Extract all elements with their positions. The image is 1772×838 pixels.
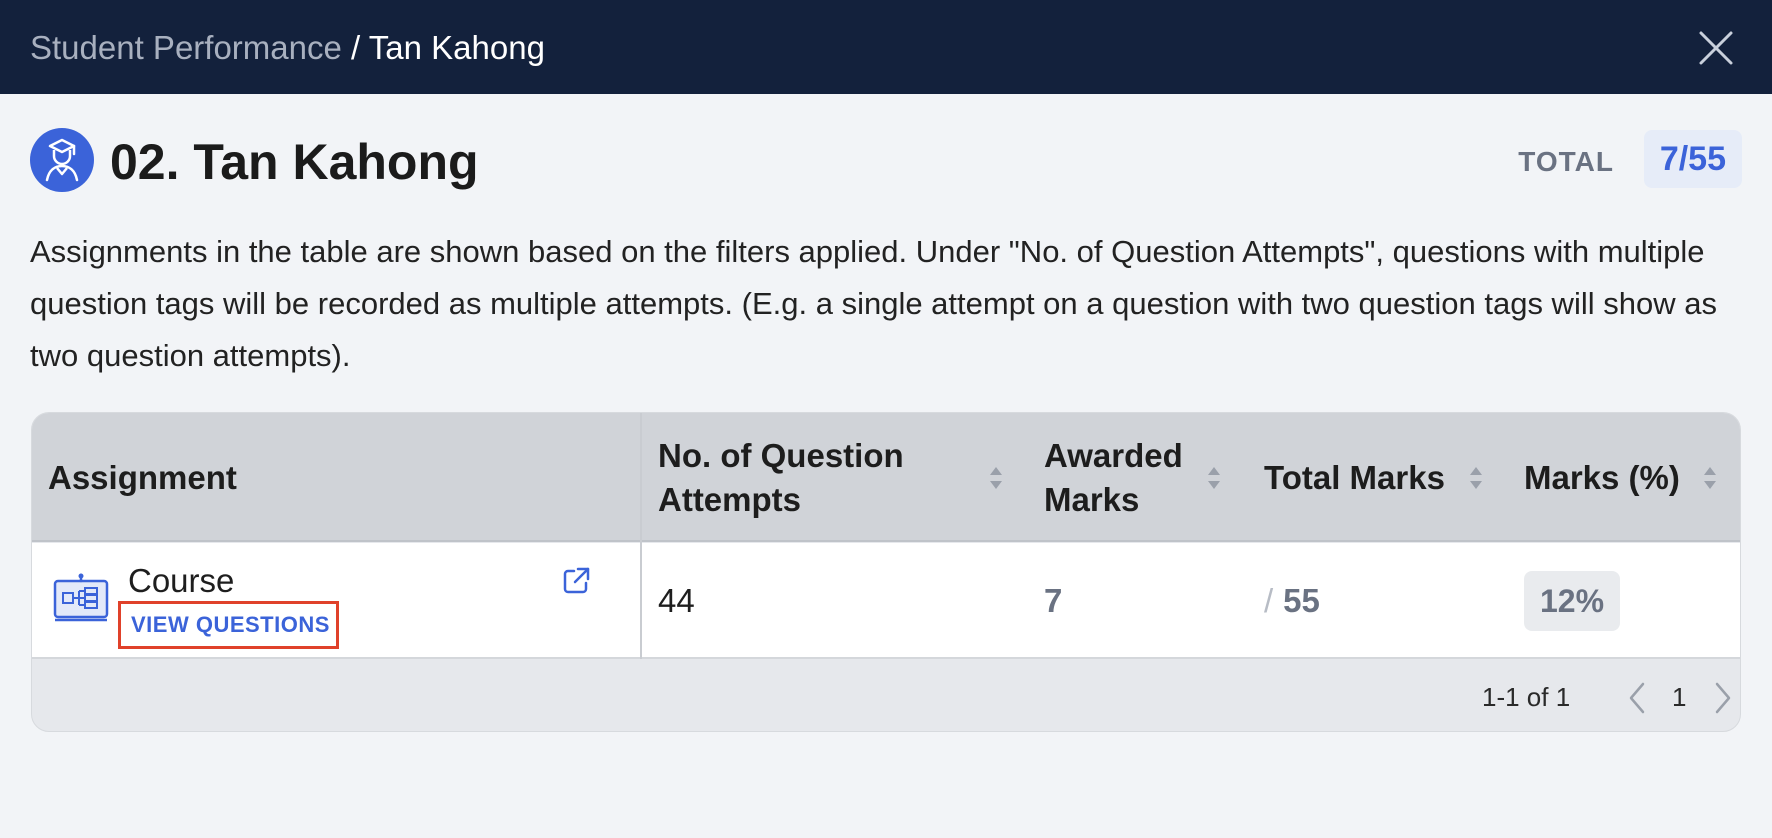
total-label: TOTAL: [1518, 146, 1614, 177]
column-header-assignment: Assignment: [48, 458, 237, 496]
student-avatar-icon: [30, 128, 94, 192]
table-header: Assignment No. of Question Attempts Awar…: [32, 413, 1740, 542]
total-score-badge: 7/55: [1643, 130, 1742, 188]
sort-icon[interactable]: [1206, 463, 1222, 493]
assignments-table: Assignment No. of Question Attempts Awar…: [31, 412, 1741, 732]
close-button[interactable]: [1696, 28, 1736, 68]
awarded-marks-value: 7: [1044, 582, 1063, 619]
student-name-title: 02. Tan Kahong: [110, 134, 479, 190]
student-header: 02. Tan Kahong TOTAL 7/55: [30, 128, 1742, 194]
breadcrumb-current: Tan Kahong: [368, 29, 545, 66]
chevron-right-icon[interactable]: [1712, 681, 1734, 715]
sort-icon[interactable]: [1468, 463, 1484, 493]
chevron-left-icon[interactable]: [1626, 681, 1648, 715]
total-marks-value: 55: [1283, 582, 1320, 619]
total-marks-slash: /: [1264, 582, 1274, 619]
sort-icon[interactable]: [1702, 463, 1718, 493]
pagination-current-page[interactable]: 1: [1672, 679, 1686, 715]
assignment-name: Course: [128, 562, 235, 599]
column-header-attempts[interactable]: No. of Question Attempts: [658, 413, 988, 542]
column-divider: [640, 413, 642, 659]
attempts-value: 44: [658, 582, 695, 619]
view-questions-link[interactable]: VIEW QUESTIONS: [118, 601, 339, 649]
pagination-range: 1-1 of 1: [1482, 682, 1571, 712]
breadcrumb-parent-link[interactable]: Student Performance: [30, 29, 342, 66]
close-icon: [1699, 31, 1733, 65]
sort-icon[interactable]: [988, 463, 1004, 493]
column-header-awarded[interactable]: Awarded Marks: [1044, 413, 1214, 542]
breadcrumb-separator: /: [341, 29, 369, 66]
top-bar: Student Performance / Tan Kahong: [0, 0, 1772, 94]
filter-description: Assignments in the table are shown based…: [30, 234, 1717, 373]
marks-percent-badge: 12%: [1524, 571, 1621, 631]
total-marks-cell: /55: [1264, 543, 1320, 659]
course-board-icon: [52, 573, 110, 623]
breadcrumb: Student Performance / Tan Kahong: [30, 26, 545, 70]
table-row: Course VIEW QUESTIONS 44 7 /55 12%: [32, 543, 1740, 659]
pagination: 1-1 of 1 1: [32, 661, 1740, 731]
external-link-icon[interactable]: [560, 565, 592, 597]
column-header-total[interactable]: Total Marks: [1264, 413, 1484, 542]
